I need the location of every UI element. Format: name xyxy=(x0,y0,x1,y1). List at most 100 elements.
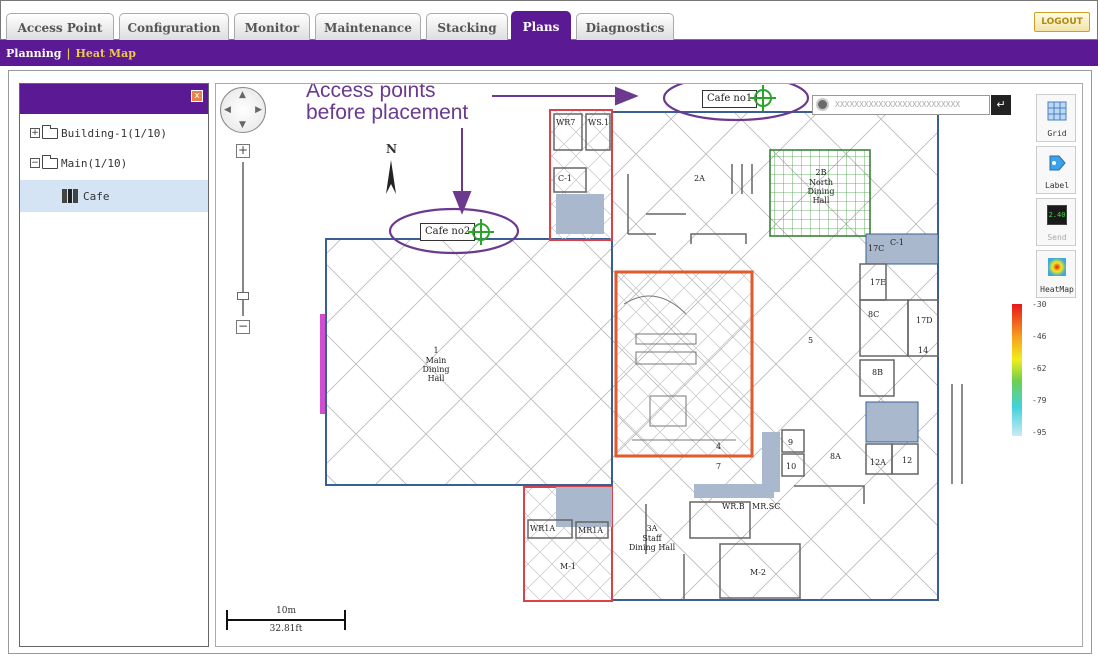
room-number: 17E xyxy=(870,278,887,287)
pan-left-icon[interactable]: ◀ xyxy=(224,105,231,115)
access-point-label-cafe-no2[interactable]: Cafe no2 xyxy=(420,223,476,241)
tab-access-point[interactable]: Access Point xyxy=(6,13,114,41)
subnav-heat-map[interactable]: Heat Map xyxy=(75,47,135,60)
signal-strength-legend xyxy=(1012,304,1022,436)
room-number: WR1A xyxy=(530,524,556,533)
label-button[interactable]: Label xyxy=(1036,146,1076,194)
tree-item-cafe[interactable]: Cafe xyxy=(20,180,208,212)
pan-control[interactable]: ▲ ▼ ◀ ▶ xyxy=(220,87,266,133)
room-number: M-1 xyxy=(560,562,576,571)
legend-value: -62 xyxy=(1032,364,1047,373)
floor-plan-drawing xyxy=(320,84,963,602)
heatmap-icon xyxy=(1048,258,1066,276)
label-button-label: Label xyxy=(1044,181,1070,190)
room-number: 8C xyxy=(868,310,880,319)
close-icon[interactable]: x xyxy=(191,90,203,102)
subnav-separator: | xyxy=(66,46,71,60)
legend-value: -46 xyxy=(1032,332,1047,341)
room-name: Staff Dining Hall xyxy=(628,534,676,552)
folder-icon xyxy=(42,124,58,139)
location-tree-panel: x + Building-1(1/10) − Main(1/10) Cafe xyxy=(19,83,209,647)
top-tab-bar: Access Point Configuration Monitor Maint… xyxy=(0,0,1098,41)
tab-diagnostics[interactable]: Diagnostics xyxy=(576,13,674,41)
tree-item-building-1[interactable]: + Building-1(1/10) xyxy=(20,118,208,148)
room-number: 7 xyxy=(716,462,722,471)
search-input[interactable]: XXXXXXXXXXXXXXXXXXXXXXXXXX xyxy=(812,95,990,115)
room-number: WR7 xyxy=(556,118,576,127)
pan-right-icon[interactable]: ▶ xyxy=(255,105,262,115)
expand-icon[interactable]: + xyxy=(30,128,40,138)
room-number: 12A xyxy=(870,458,886,467)
tree-item-label: Cafe xyxy=(83,189,110,203)
access-point-label-cafe-no1[interactable]: Cafe no1 xyxy=(702,90,758,108)
sub-navigation: Planning | Heat Map xyxy=(0,40,1098,66)
heatmap-button[interactable]: HeatMap xyxy=(1036,250,1076,298)
room-number: 12 xyxy=(902,456,913,465)
collapse-icon[interactable]: − xyxy=(30,158,40,168)
search-icon xyxy=(816,98,829,111)
tab-configuration[interactable]: Configuration xyxy=(119,13,229,41)
send-button[interactable]: 2.40 Send xyxy=(1036,198,1076,246)
room-name: North Dining Hall xyxy=(807,178,835,205)
subnav-planning[interactable]: Planning xyxy=(6,47,61,60)
room-number: MR1A xyxy=(578,526,604,535)
logout-button[interactable]: LOGOUT xyxy=(1034,12,1090,32)
room-number: 8B xyxy=(872,368,883,377)
grid-icon xyxy=(1047,101,1067,121)
room-number: 17C xyxy=(868,244,885,253)
access-point-icon[interactable] xyxy=(468,219,494,245)
tab-maintenance[interactable]: Maintenance xyxy=(315,13,421,41)
room-number: 2A xyxy=(694,174,705,183)
legend-value: -95 xyxy=(1032,428,1047,437)
tree-item-label: Building-1(1/10) xyxy=(61,126,167,140)
search-submit-button[interactable]: ↵ xyxy=(991,95,1011,115)
callout-line-2: before placement xyxy=(306,101,469,124)
room-number: C-1 xyxy=(558,174,572,183)
tree-item-main[interactable]: − Main(1/10) xyxy=(20,148,208,178)
north-indicator: N xyxy=(386,142,397,156)
room-name: Main Dining Hall xyxy=(422,356,450,383)
scale-imperial: 32.81ft xyxy=(269,624,303,634)
room-number: MR.SC xyxy=(752,502,781,511)
content-frame: x + Building-1(1/10) − Main(1/10) Cafe 1… xyxy=(8,70,1092,654)
map-scale-bar: 10m 32.81ft xyxy=(226,602,346,636)
room-number: 10 xyxy=(786,462,797,471)
room-number: 14 xyxy=(918,346,929,355)
legend-value: -30 xyxy=(1032,300,1047,309)
zoom-slider-thumb[interactable] xyxy=(237,292,249,300)
room-number: 17D xyxy=(916,316,933,325)
tab-plans[interactable]: Plans xyxy=(511,11,571,41)
room-number: 9 xyxy=(788,438,794,447)
legend-value: -79 xyxy=(1032,396,1047,405)
tag-icon xyxy=(1049,155,1066,171)
room-number: C-1 xyxy=(890,238,904,247)
callout-line-1: Access points xyxy=(306,83,436,102)
room-number: 1 xyxy=(433,346,439,355)
room-number: 5 xyxy=(808,336,814,345)
tab-stacking[interactable]: Stacking xyxy=(426,13,508,41)
grid-button-label: Grid xyxy=(1047,129,1067,138)
folder-icon xyxy=(42,154,58,169)
pan-down-icon[interactable]: ▼ xyxy=(239,120,246,130)
zoom-out-button[interactable]: − xyxy=(236,320,250,334)
access-point-icon[interactable] xyxy=(750,85,776,111)
room-number: WR.B xyxy=(722,502,745,511)
tab-monitor[interactable]: Monitor xyxy=(234,13,310,41)
grid-button[interactable]: Grid xyxy=(1036,94,1076,142)
signal-meter-icon: 2.40 xyxy=(1047,205,1067,225)
heatmap-button-label: HeatMap xyxy=(1040,285,1074,294)
floor-map-icon xyxy=(62,189,79,203)
room-number: M-2 xyxy=(750,568,766,577)
zoom-in-button[interactable]: + xyxy=(236,144,250,158)
scale-metric: 10m xyxy=(276,606,296,616)
room-number: 3A xyxy=(646,524,658,533)
pan-up-icon[interactable]: ▲ xyxy=(239,90,246,100)
tree-item-label: Main(1/10) xyxy=(61,156,128,170)
send-button-label: Send xyxy=(1047,233,1067,242)
room-number: 8A xyxy=(830,452,841,461)
annotation-callout: Access points before placement xyxy=(306,83,469,124)
floor-plan-map[interactable]: 1 Main Dining Hall 2B North Dining Hall … xyxy=(215,83,1083,647)
room-number: WS.1 xyxy=(588,118,610,127)
room-number: 2B xyxy=(815,168,827,177)
tree-panel-header: x xyxy=(20,84,208,114)
